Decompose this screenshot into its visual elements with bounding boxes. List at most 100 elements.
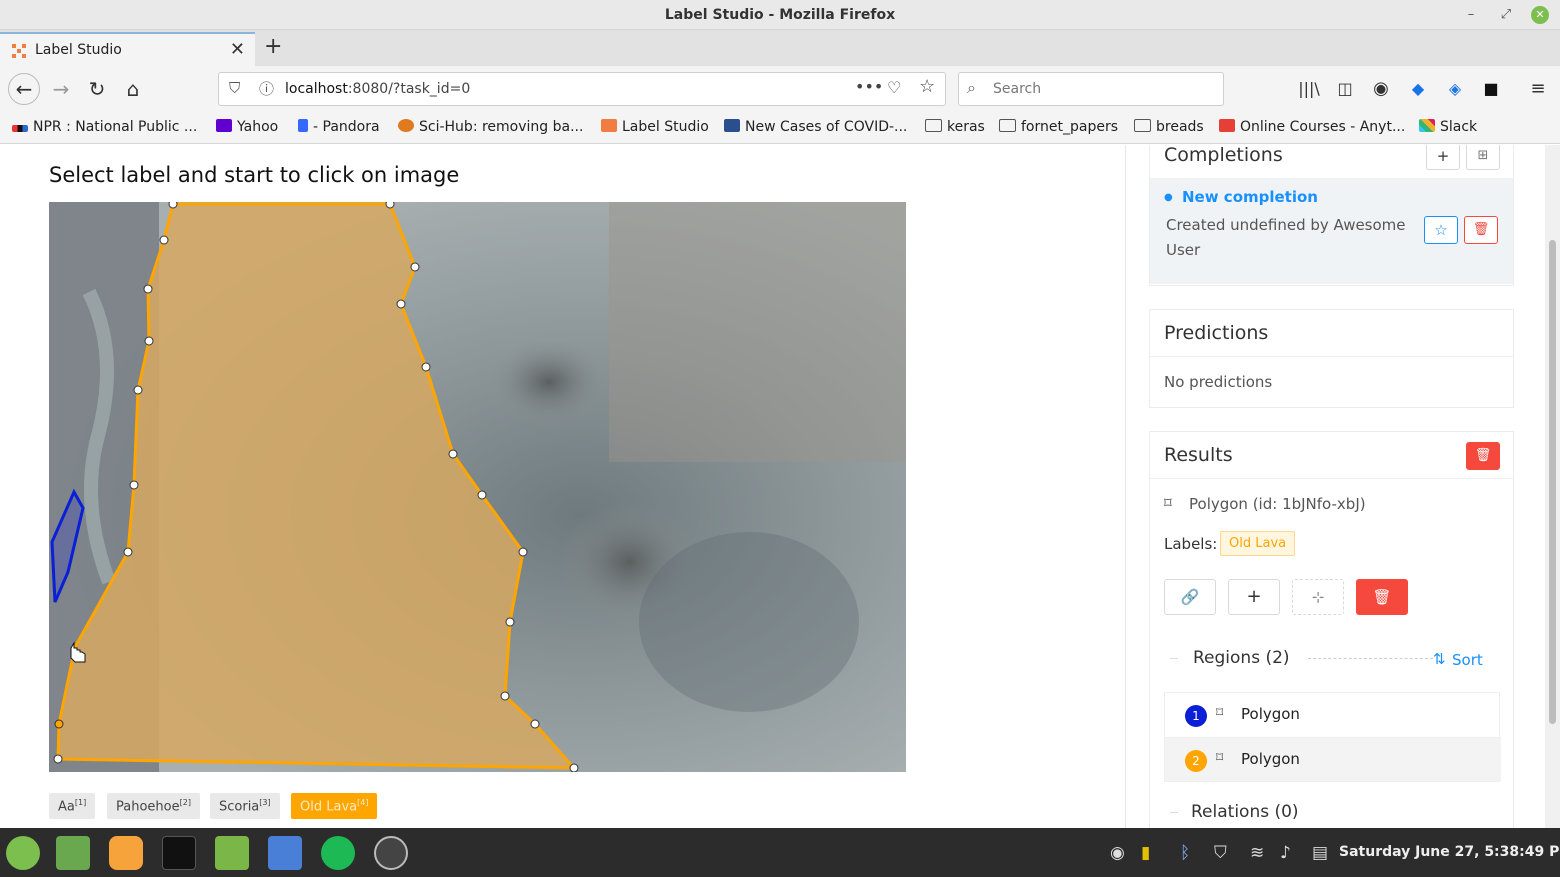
url-bar[interactable]: ⛉ ⓘ localhost:8080/?task_id=0 ••• ♡ ☆ [218,72,946,106]
labels-prefix: Labels: [1164,535,1218,553]
timeshift-icon[interactable] [374,836,408,870]
mail-icon[interactable] [268,836,302,870]
bookmark-npr[interactable]: NPR : National Public ... [12,119,197,135]
active-dot-icon: ● [1164,192,1173,203]
section-line [1170,658,1178,659]
bookmark-scihub[interactable]: Sci-Hub: removing ba... [398,119,583,135]
close-tab-icon[interactable]: ✕ [230,39,245,60]
bookmark-label: fornet_papers [1021,119,1118,135]
site-info-icon[interactable]: ⓘ [259,78,274,99]
panel-divider [1150,478,1513,479]
label-old-lava[interactable]: Old Lava[4] [291,793,378,819]
completions-panel: Completions + ⊞ ● New completion Created… [1149,145,1514,286]
panel-divider [1150,356,1513,357]
shield-icon[interactable]: ⛉ [1214,843,1227,863]
window-title: Label Studio - Mozilla Firefox [664,7,896,23]
search-input[interactable]: ⌕ Search [958,72,1224,106]
polygon-icon: ⌑ [1216,705,1224,721]
forward-icon[interactable]: → [48,76,74,102]
delete-completion-button[interactable]: 🗑 [1464,216,1498,244]
scrollbar-thumb[interactable] [1549,240,1556,724]
spotify-icon[interactable] [321,836,355,870]
polygon-id-text: Polygon (id: 1bJNfo-xbJ) [1189,495,1366,513]
minimize-icon[interactable]: – [1462,6,1480,24]
extension-dark-icon[interactable]: ■ [1478,76,1504,102]
content-divider [1125,145,1126,828]
volume-icon[interactable]: ♪ [1280,843,1291,863]
obs-icon[interactable]: ◉ [1110,843,1125,863]
bookmark-online-courses[interactable]: Online Courses - Anyt... [1219,119,1405,135]
library-icon[interactable]: |||\ [1296,76,1322,102]
delete-results-button[interactable]: 🗑 [1466,442,1500,470]
bluetooth-icon[interactable]: ᛒ [1180,843,1190,863]
delete-region-button[interactable]: 🗑 [1356,579,1408,615]
clipboard-icon[interactable]: ▤ [1312,843,1328,863]
new-tab-icon[interactable]: + [264,34,282,59]
add-completion-button[interactable]: + [1426,145,1460,170]
result-label-tag: Old Lava [1220,531,1296,556]
folder-icon [1134,119,1151,132]
bookmark-yahoo[interactable]: Yahoo [216,119,278,135]
bookmark-folder-breads[interactable]: breads [1134,119,1204,135]
unselect-region-button[interactable]: ⊹ [1292,579,1344,615]
polygon-icon: ⌑ [1164,494,1172,512]
bookmark-label-studio[interactable]: Label Studio [601,119,709,135]
section-line [1308,658,1433,659]
sort-icon[interactable]: ⇅ [1433,650,1446,668]
tray-app-icon[interactable]: ▮ [1141,843,1150,863]
files-icon[interactable] [56,836,90,870]
region-label: Polygon [1241,750,1300,768]
extension-badge-icon[interactable]: ◆ [1405,76,1431,102]
lava-aerial-image[interactable] [49,202,906,772]
regions-title: Regions (2) [1193,648,1290,668]
back-icon[interactable]: ← [8,73,40,105]
extension-icon[interactable]: ◈ [1442,76,1468,102]
compare-grid-button[interactable]: ⊞ [1466,145,1500,170]
close-window-icon[interactable]: ✕ [1531,6,1549,24]
sidebar-toggle-icon[interactable]: ◫ [1332,76,1358,102]
bookmark-folder-fornet[interactable]: fornet_papers [999,119,1118,135]
window-titlebar: Label Studio - Mozilla Firefox – ⤢ ✕ [0,0,1560,30]
bookmark-label: Slack [1440,119,1478,135]
mint-menu-icon[interactable] [6,836,40,870]
link-region-button[interactable]: 🔗 [1164,579,1216,615]
shield-icon [724,119,740,132]
account-icon[interactable]: ◉ [1368,76,1394,102]
annotation-image-canvas[interactable] [49,202,906,772]
restore-icon[interactable]: ⤢ [1497,6,1515,24]
bookmark-star-icon[interactable]: ☆ [919,76,935,97]
tab-label-studio[interactable]: Label Studio ✕ [0,32,255,66]
list-item[interactable]: 2 ⌑ Polygon [1165,737,1501,781]
menu-icon[interactable]: ≡ [1525,76,1551,102]
page-actions-icon[interactable]: ••• [855,77,883,96]
list-item[interactable]: 1 ⌑ Polygon [1165,693,1501,737]
firefox-icon[interactable] [109,836,143,870]
bookmark-folder-keras[interactable]: keras [925,119,985,135]
completion-meta: Created undefined by Awesome User [1166,216,1406,259]
url-text[interactable]: localhost:8080/?task_id=0 [285,81,470,97]
tracking-shield-icon[interactable]: ⛉ [229,79,240,97]
completion-item[interactable]: ● New completion Created undefined by Aw… [1150,178,1513,284]
url-path: :8080/?task_id=0 [347,81,471,97]
pocket-icon[interactable]: ♡ [887,78,901,97]
folder-icon[interactable] [215,836,249,870]
page-heading: Select label and start to click on image [49,163,460,187]
system-clock[interactable]: Saturday June 27, 5:38:49 PM [1339,844,1560,860]
add-relation-button[interactable]: + [1228,579,1280,615]
page-scrollbar[interactable] [1545,145,1560,828]
npr-icon [12,125,28,132]
bookmark-pandora[interactable]: - Pandora [298,119,380,135]
label-pahoehoe[interactable]: Pahoehoe[2] [107,793,200,819]
home-icon[interactable]: ⌂ [120,76,146,102]
label-aa[interactable]: Aa[1] [49,793,96,819]
reload-icon[interactable]: ↻ [84,76,110,102]
label-scoria[interactable]: Scoria[3] [210,793,280,819]
star-completion-button[interactable]: ☆ [1424,216,1458,244]
wifi-icon[interactable]: ≋ [1250,843,1264,863]
bookmark-covid[interactable]: New Cases of COVID-... [724,119,907,135]
navigation-bar: ← → ↻ ⌂ ⛉ ⓘ localhost:8080/?task_id=0 ••… [0,66,1560,112]
bookmark-slack[interactable]: Slack [1419,119,1477,135]
terminal-icon[interactable] [162,836,196,870]
bookmark-label: - Pandora [313,119,380,135]
sort-button[interactable]: Sort [1452,651,1483,669]
